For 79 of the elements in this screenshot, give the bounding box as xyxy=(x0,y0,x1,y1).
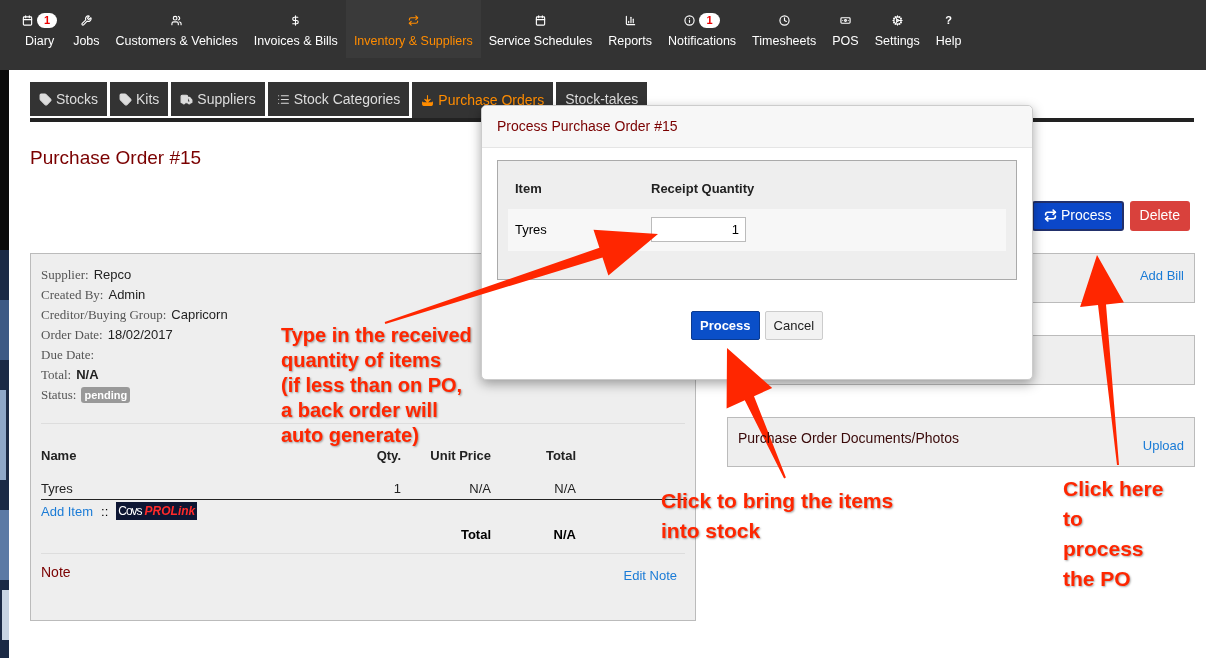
info-icon xyxy=(684,14,696,26)
nav-item[interactable]: Settings xyxy=(866,0,928,58)
nav-item[interactable]: Customers & Vehicles xyxy=(107,0,246,58)
field-label: Total: xyxy=(41,365,72,384)
upload-link[interactable]: Upload xyxy=(1142,435,1184,466)
table-cell-text: Tyres xyxy=(41,480,74,498)
column-header: Unit Price xyxy=(429,446,491,465)
cancel-button[interactable]: Cancel xyxy=(764,311,824,340)
dialog-title: Process Purchase Order #15 xyxy=(497,117,678,136)
field-value: Admin xyxy=(108,285,146,304)
count-badge: 1 xyxy=(37,12,58,28)
download-icon xyxy=(421,93,435,107)
field-label: Due Date: xyxy=(41,345,95,364)
add-item-link[interactable]: Add Item xyxy=(41,501,94,521)
question-mark-icon: ? xyxy=(945,14,953,26)
calendar-icon xyxy=(22,14,33,26)
status-badge: pending xyxy=(81,386,131,403)
nav-item[interactable]: Inventory & Suppliers xyxy=(345,0,481,58)
nav-item[interactable]: 1 Notifications xyxy=(660,0,745,58)
column-header: Item xyxy=(515,180,543,198)
table-cell-text: 1 xyxy=(392,480,401,498)
table-cell-text: Tyres xyxy=(515,220,548,239)
tab[interactable]: Stocks xyxy=(30,82,107,118)
wrench-icon xyxy=(80,14,92,26)
nav-item[interactable]: 1 Diary xyxy=(14,0,66,58)
nav-item[interactable]: ? Help xyxy=(927,0,970,58)
field-label: Status: xyxy=(41,385,77,404)
process-button[interactable]: Process xyxy=(690,311,760,340)
field-value: Repco xyxy=(93,265,132,284)
field-label: Creditor/Buying Group: xyxy=(41,305,167,324)
dollar-icon xyxy=(290,14,302,26)
calendar-icon xyxy=(534,14,546,26)
quantity-field[interactable]: 1 xyxy=(651,216,746,242)
repeat-icon xyxy=(407,14,419,26)
column-header: Total xyxy=(544,446,576,465)
field-label: Supplier: xyxy=(41,265,89,284)
column-header: Receipt Quantity xyxy=(651,180,756,198)
table-cell-text: N/A xyxy=(468,480,491,498)
tag-icon xyxy=(39,92,52,106)
list-icon xyxy=(276,92,290,106)
clock-icon xyxy=(778,14,790,26)
tab[interactable]: Stock Categories xyxy=(267,82,410,118)
field-value: N/A xyxy=(76,365,99,384)
separator-text: :: xyxy=(101,502,109,521)
settings-icon xyxy=(891,14,903,26)
total-value: N/A xyxy=(552,526,576,544)
users-icon xyxy=(171,14,183,26)
annotation-text: Click here to process the PO xyxy=(1063,476,1164,592)
edit-note-link[interactable]: Edit Note xyxy=(623,565,677,585)
tab[interactable]: Kits xyxy=(110,82,169,118)
column-header: Qty. xyxy=(375,446,401,465)
process-button[interactable]: Process xyxy=(1031,200,1124,231)
tab[interactable]: Suppliers xyxy=(171,82,265,118)
page-title: Purchase Order #15 xyxy=(30,146,203,170)
count-badge: 1 xyxy=(699,12,720,28)
field-label: Order Date: xyxy=(41,325,103,344)
table-cell-text: N/A xyxy=(553,480,576,498)
money-icon xyxy=(839,14,851,26)
field-value: Capricorn xyxy=(171,305,228,324)
field-value: 18/02/2017 xyxy=(107,325,173,344)
delete-button[interactable]: Delete xyxy=(1129,200,1190,231)
nav-item[interactable]: Reports xyxy=(600,0,660,58)
truck-icon xyxy=(180,92,194,106)
partner-logo[interactable]: Covs PROLink xyxy=(116,502,198,521)
total-label: Total xyxy=(459,526,491,544)
nav-item[interactable]: Jobs xyxy=(65,0,108,58)
nav-item[interactable]: Service Schedules xyxy=(480,0,601,58)
nav-item[interactable]: Timesheets xyxy=(744,0,825,58)
note-title: Note xyxy=(41,562,71,582)
add-bill-link[interactable]: Add Bill xyxy=(1139,265,1184,302)
tag-icon xyxy=(119,92,132,106)
field-label: Created By: xyxy=(41,285,104,304)
annotation-text: Type in the received quantity of items (if less than on PO, a back order will auto generate) xyxy=(281,323,472,448)
column-header: Name xyxy=(41,446,78,465)
annotation-text: Click to bring the items into stock xyxy=(661,488,894,544)
nav-item[interactable]: POS xyxy=(824,0,867,58)
nav-item[interactable]: Invoices & Bills xyxy=(245,0,346,58)
repeat-icon xyxy=(1043,209,1057,222)
chart-icon xyxy=(624,14,636,26)
